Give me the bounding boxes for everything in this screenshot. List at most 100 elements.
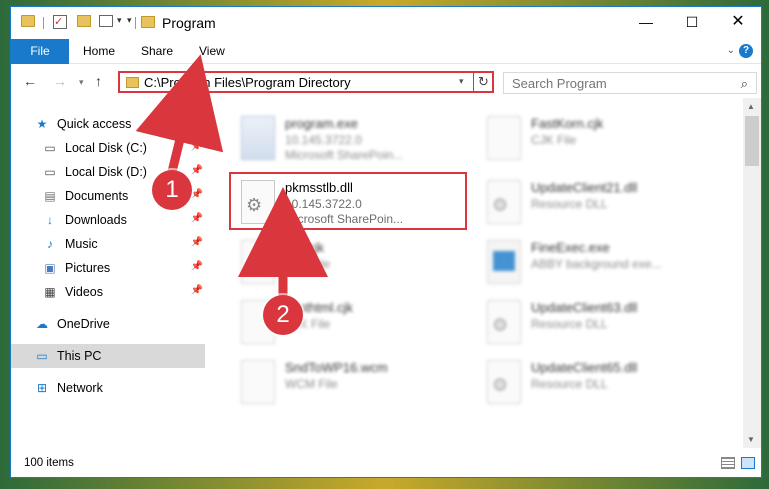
- search-box[interactable]: ⌕: [503, 72, 757, 94]
- scroll-down-icon[interactable]: ▼: [747, 435, 755, 444]
- search-icon[interactable]: ⌕: [741, 76, 748, 92]
- up-button[interactable]: ↑: [95, 73, 102, 89]
- large-icons-view-icon[interactable]: [741, 457, 755, 469]
- tab-view[interactable]: View: [199, 39, 225, 64]
- sidebar-item-network[interactable]: ⊞ Network: [11, 376, 205, 400]
- file-name: program.exe: [285, 116, 358, 131]
- pin-icon[interactable]: 📌: [191, 213, 203, 224]
- dll-file-icon: ⚙: [241, 180, 275, 224]
- recent-locations-button[interactable]: ▾: [79, 77, 84, 88]
- ribbon-tabs: File Home Share View ⌄ ?: [11, 39, 761, 64]
- toolbar-divider: [135, 17, 136, 29]
- file-item[interactable]: ⚙ UpdateClient65.dll Resource DLL: [479, 354, 719, 410]
- file-item[interactable]: SndToWP16.wcm WCM File: [233, 354, 473, 410]
- sidebar-item-onedrive[interactable]: ☁ OneDrive: [11, 312, 205, 336]
- sidebar-item-this-pc[interactable]: ▭ This PC: [11, 344, 205, 368]
- tab-home[interactable]: Home: [83, 39, 115, 64]
- forward-button[interactable]: →: [53, 73, 67, 89]
- address-dropdown-icon[interactable]: ▾: [459, 76, 464, 87]
- sidebar-item-label: Downloads: [65, 213, 127, 227]
- download-icon: ↓: [47, 213, 53, 227]
- file-detail: CJK File: [285, 257, 331, 271]
- expand-ribbon-icon[interactable]: ⌄: [727, 45, 735, 56]
- customize-toolbar-icon[interactable]: ▾: [127, 15, 132, 26]
- tab-file[interactable]: File: [11, 39, 69, 64]
- sidebar-item-label: Local Disk (D:): [65, 165, 147, 179]
- pin-icon[interactable]: 📌: [191, 141, 203, 152]
- folder-icon: [126, 77, 139, 88]
- file-item[interactable]: ⚙ pkmsstlb.dll 10.145.3722.0 Microsoft Shar…: [233, 174, 473, 230]
- pin-icon[interactable]: 📌: [191, 165, 203, 176]
- file-icon: [241, 240, 275, 284]
- sidebar-item-quick-access[interactable]: ★ Quick access: [11, 112, 205, 136]
- help-icon[interactable]: ?: [739, 44, 753, 58]
- pin-icon[interactable]: 📌: [191, 261, 203, 272]
- file-name: UpdateClient21.dll: [531, 180, 638, 195]
- app-window-icon: [493, 251, 515, 271]
- address-bar[interactable]: C:\Program Files\Program Directory ▾ ↻: [118, 71, 494, 93]
- vertical-scrollbar[interactable]: ▲ ▼: [743, 98, 761, 448]
- refresh-icon[interactable]: ↻: [478, 74, 489, 90]
- pin-icon[interactable]: 📌: [191, 237, 203, 248]
- file-detail: CJK File: [531, 133, 577, 147]
- gear-icon: ⚙: [246, 195, 263, 215]
- scroll-up-icon[interactable]: ▲: [747, 102, 755, 111]
- sidebar-item-label: Pictures: [65, 261, 111, 275]
- file-detail: Microsoft SharePoin...: [285, 212, 404, 226]
- pin-icon[interactable]: 📌: [191, 189, 203, 200]
- network-icon: ⊞: [36, 381, 48, 395]
- sidebar-item-videos[interactable]: ▦ Videos 📌: [11, 280, 205, 304]
- details-view-icon[interactable]: [721, 457, 735, 469]
- file-item[interactable]: program.exe 10.145.3722.0 Microsoft ShareP…: [233, 110, 473, 166]
- new-folder-icon[interactable]: [77, 15, 91, 27]
- sidebar-item-label: Quick access: [57, 117, 132, 131]
- pin-icon[interactable]: 📌: [191, 285, 203, 296]
- file-name: FineExec.exe: [531, 240, 610, 255]
- chevron-down-icon[interactable]: ▾: [117, 15, 122, 26]
- sidebar-item-local-disk-c[interactable]: ▭ Local Disk (C:) 📌: [11, 136, 205, 160]
- title-bar: ✓ ▾ ▾ Program — ☐ ✕: [11, 7, 761, 39]
- status-bar: 100 items: [11, 448, 761, 477]
- item-count: 100 items: [24, 457, 74, 469]
- videos-icon: ▦: [44, 285, 56, 299]
- sidebar-item-music[interactable]: ♪ Music 📌: [11, 232, 205, 256]
- dll-file-icon: ⚙: [487, 300, 521, 344]
- maximize-button[interactable]: ☐: [669, 7, 715, 39]
- file-item[interactable]: FastKorn.cjk CJK File: [479, 110, 719, 166]
- sidebar-item-label: Music: [65, 237, 98, 251]
- close-button[interactable]: ✕: [715, 7, 761, 39]
- documents-icon: ▤: [44, 189, 56, 203]
- file-detail: Microsoft SharePoin...: [285, 148, 404, 162]
- address-path[interactable]: C:\Program Files\Program Directory: [144, 75, 351, 90]
- pictures-icon: ▣: [44, 261, 56, 275]
- sidebar-item-label: Videos: [65, 285, 103, 299]
- properties-check-icon[interactable]: ✓: [53, 15, 67, 29]
- sidebar-item-downloads[interactable]: ↓ Downloads 📌: [11, 208, 205, 232]
- file-item[interactable]: ⚙ UpdateClient63.dll Resource DLL: [479, 294, 719, 350]
- file-icon: [487, 116, 521, 160]
- scrollbar-thumb[interactable]: [745, 116, 759, 166]
- back-button[interactable]: ←: [23, 73, 37, 89]
- file-item[interactable]: Std.cjk CJK File: [233, 234, 473, 290]
- navigation-bar: ← → ▾ ↑ C:\Program Files\Program Directo…: [11, 64, 761, 98]
- address-divider: [473, 73, 474, 91]
- file-name: UpdateClient65.dll: [531, 360, 638, 375]
- file-item[interactable]: ⚙ UpdateClient21.dll Resource DLL: [479, 174, 719, 230]
- application-icon: [241, 116, 275, 160]
- drive-icon: ▭: [44, 165, 56, 179]
- sidebar-item-pictures[interactable]: ▣ Pictures 📌: [11, 256, 205, 280]
- file-detail: Resource DLL: [531, 197, 608, 211]
- navigation-pane: ★ Quick access ▭ Local Disk (C:) 📌 ▭ Local Dis…: [11, 98, 209, 448]
- computer-icon: ▭: [36, 349, 48, 363]
- file-item[interactable]: FineExec.exe ABBY background exe...: [479, 234, 719, 290]
- file-detail: 10.145.3722.0: [285, 197, 362, 211]
- folder-icon: [141, 16, 155, 28]
- music-icon: ♪: [47, 237, 53, 251]
- step-badge-2: 2: [263, 295, 303, 335]
- file-detail: 10.145.3722.0: [285, 133, 362, 147]
- tab-share[interactable]: Share: [141, 39, 173, 64]
- search-input[interactable]: [512, 76, 722, 91]
- minimize-button[interactable]: —: [623, 7, 669, 39]
- folder-icon: [21, 15, 35, 27]
- properties-icon[interactable]: [99, 15, 113, 27]
